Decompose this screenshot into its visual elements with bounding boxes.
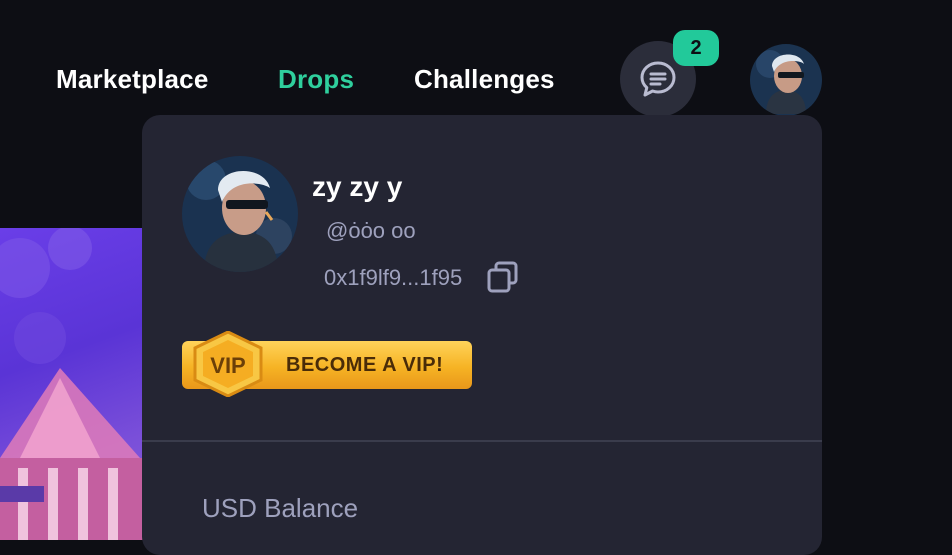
divider bbox=[142, 440, 822, 442]
user-avatar-button[interactable] bbox=[750, 44, 822, 116]
wallet-address: 0x1f9lf9...1f95 bbox=[324, 265, 463, 290]
notification-badge: 2 bbox=[673, 30, 719, 66]
vip-emblem-text: VIP bbox=[210, 353, 245, 378]
background-artwork bbox=[0, 228, 160, 540]
chat-bubble-icon bbox=[640, 61, 676, 97]
nav-marketplace[interactable]: Marketplace bbox=[56, 64, 209, 95]
nav-drops[interactable]: Drops bbox=[278, 64, 354, 95]
profile-dropdown-panel: zy zy y @ȯȯo oo 0x1f9lf9...1f95 BECOME… bbox=[142, 115, 822, 555]
vip-badge-icon: VIP bbox=[193, 331, 263, 397]
display-name: zy zy y bbox=[312, 171, 403, 202]
username-handle: @ȯȯo oo bbox=[326, 218, 416, 243]
vip-button-label: BECOME A VIP! bbox=[286, 354, 444, 376]
nav-challenges[interactable]: Challenges bbox=[414, 64, 555, 95]
copy-address-button[interactable] bbox=[486, 260, 520, 294]
usd-balance-label: USD Balance bbox=[202, 493, 359, 523]
copy-icon bbox=[487, 261, 518, 293]
profile-avatar bbox=[182, 156, 298, 272]
avatar bbox=[750, 44, 822, 116]
become-vip-button[interactable]: BECOME A VIP! VIP bbox=[182, 331, 472, 397]
